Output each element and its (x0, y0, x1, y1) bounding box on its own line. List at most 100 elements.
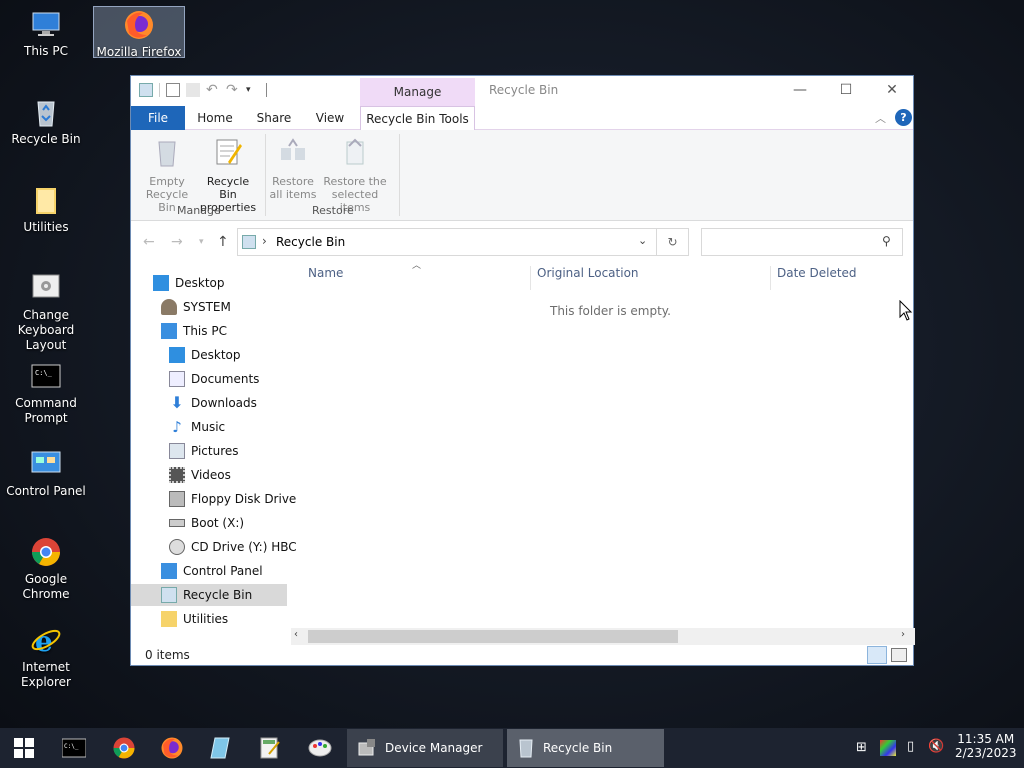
desktop-icon-recycle-bin[interactable]: Recycle Bin (0, 96, 92, 147)
collapse-ribbon-icon[interactable]: ︿ (875, 110, 886, 126)
pictures-icon (169, 443, 185, 459)
up-button[interactable]: ↑ (217, 234, 229, 250)
desktop-icon-change-keyboard-layout[interactable]: Change Keyboard Layout (0, 272, 92, 353)
undo-icon[interactable]: ↶ (206, 83, 220, 97)
volume-muted-icon[interactable]: 🔇 (928, 739, 944, 754)
column-separator[interactable] (530, 266, 531, 290)
taskbar-firefox[interactable] (152, 732, 192, 764)
desktop-icon-this-pc[interactable]: This PC (0, 8, 92, 59)
quick-access-toolbar: ↶ ↷ ▾ (139, 83, 267, 97)
nav-label: Floppy Disk Drive (191, 492, 297, 506)
window-title: Recycle Bin (489, 83, 559, 97)
column-header-date-deleted[interactable]: Date Deleted (777, 266, 857, 280)
nav-item-cd-drive[interactable]: CD Drive (Y:) HBC (169, 536, 297, 558)
address-bar[interactable]: › Recycle Bin ⌄ (237, 228, 657, 256)
breadcrumb[interactable]: Recycle Bin (276, 235, 345, 249)
context-tab-manage[interactable]: Manage (360, 78, 475, 106)
large-icons-view-icon[interactable] (891, 648, 907, 662)
nav-item-desktop[interactable]: Desktop (169, 344, 241, 366)
column-header-original-location[interactable]: Original Location (537, 266, 639, 280)
nav-item-boot-drive[interactable]: Boot (X:) (169, 512, 244, 534)
clock-time: 11:35 AM (957, 732, 1015, 746)
scroll-left-icon[interactable]: ‹ (294, 629, 298, 640)
desktop-icon-label: Control Panel (6, 484, 86, 498)
cd-drive-icon (169, 539, 185, 555)
clock-date: 2/23/2023 (955, 746, 1017, 760)
nav-item-control-panel[interactable]: Control Panel (161, 560, 263, 582)
desktop-icon-control-panel[interactable]: Control Panel (0, 448, 92, 499)
taskbar-app-paint[interactable] (300, 732, 340, 764)
minimize-button[interactable]: — (777, 76, 823, 104)
column-separator[interactable] (770, 266, 771, 290)
svg-text:e: e (35, 625, 53, 656)
properties-qat-icon[interactable] (166, 83, 180, 97)
forward-button[interactable]: → (171, 234, 183, 250)
back-button[interactable]: ← (143, 234, 155, 250)
taskbar-recycle-bin[interactable]: Recycle Bin (507, 729, 664, 767)
taskbar-app-editor[interactable] (250, 732, 290, 764)
taskbar-command-prompt[interactable]: C:\_ (54, 732, 94, 764)
nav-item-system[interactable]: SYSTEM (161, 296, 231, 318)
recent-locations-icon[interactable]: ▾ (199, 237, 204, 247)
clock[interactable]: 11:35 AM 2/23/2023 (955, 732, 1017, 760)
folder-icon (161, 611, 177, 627)
restore-selected-items-button[interactable]: Restore the selected items (317, 136, 393, 214)
nav-item-utilities[interactable]: Utilities (161, 608, 228, 630)
search-input[interactable]: ⚲ (701, 228, 903, 256)
start-button[interactable] (4, 732, 44, 764)
search-icon: ⚲ (882, 234, 891, 248)
refresh-button[interactable]: ↻ (657, 228, 689, 256)
help-icon[interactable]: ? (895, 109, 912, 126)
horizontal-scrollbar[interactable]: ‹ › (291, 628, 915, 645)
desktop-icon-label: Change Keyboard Layout (17, 308, 75, 352)
scroll-right-icon[interactable]: › (901, 629, 905, 640)
restore-all-items-button[interactable]: Restore all items (269, 136, 317, 201)
tab-recycle-bin-tools[interactable]: Recycle Bin Tools (360, 106, 475, 131)
tab-file[interactable]: File (131, 106, 185, 130)
desktop-icon-utilities[interactable]: Utilities (0, 184, 92, 235)
usb-icon[interactable]: ▯ (907, 739, 914, 754)
navigation-pane: Desktop SYSTEM This PC Desktop Documents… (131, 272, 297, 636)
desktop-icon-command-prompt[interactable]: C:\_ Command Prompt (0, 360, 92, 426)
nav-item-documents[interactable]: Documents (169, 368, 259, 390)
nav-item-desktop-root[interactable]: Desktop (153, 272, 225, 294)
customize-qat-icon[interactable]: ▾ (246, 83, 260, 97)
column-header-name[interactable]: Name (308, 266, 343, 280)
restore-selected-icon (346, 138, 364, 165)
redo-icon[interactable]: ↷ (226, 83, 240, 97)
nav-item-recycle-bin[interactable]: Recycle Bin (131, 584, 287, 606)
scrollbar-thumb[interactable] (308, 630, 678, 643)
empty-recycle-bin-button[interactable]: Empty Recycle Bin (137, 136, 197, 214)
new-folder-qat-icon[interactable] (186, 83, 200, 97)
tab-share[interactable]: Share (251, 106, 297, 130)
nav-item-pictures[interactable]: Pictures (169, 440, 239, 462)
tab-home[interactable]: Home (193, 106, 237, 130)
nav-label: Pictures (191, 444, 239, 458)
desktop-icon-label: Mozilla Firefox (96, 45, 182, 59)
maximize-button[interactable]: ☐ (823, 76, 869, 104)
network-icon[interactable]: ⊞ (856, 740, 867, 755)
nav-item-music[interactable]: ♪ Music (169, 416, 225, 438)
tab-view[interactable]: View (309, 106, 351, 130)
taskbar-app-label: Recycle Bin (543, 741, 613, 755)
desktop-icon-label: Recycle Bin (11, 132, 81, 146)
desktop-icon-internet-explorer[interactable]: e Internet Explorer (0, 624, 92, 690)
film-icon (169, 467, 185, 483)
taskbar-chrome[interactable] (104, 732, 144, 764)
nav-item-floppy-disk-drive[interactable]: Floppy Disk Drive (169, 488, 296, 510)
close-button[interactable]: ✕ (869, 76, 915, 104)
taskbar-app-label: Device Manager (385, 741, 483, 755)
chrome-icon (113, 737, 135, 759)
recycle-bin-properties-button[interactable]: Recycle Bin properties (197, 136, 259, 214)
details-view-icon[interactable] (867, 646, 887, 664)
address-dropdown-icon[interactable]: ⌄ (638, 234, 647, 247)
taskbar-device-manager[interactable]: Device Manager (347, 729, 503, 767)
desktop-icon (169, 347, 185, 363)
display-icon[interactable] (880, 740, 896, 756)
nav-item-this-pc[interactable]: This PC (161, 320, 227, 342)
nav-item-videos[interactable]: Videos (169, 464, 231, 486)
desktop-icon-google-chrome[interactable]: Google Chrome (0, 536, 92, 602)
desktop-icon-firefox[interactable]: Mozilla Firefox (93, 6, 185, 59)
taskbar-app-notepad[interactable] (200, 732, 240, 764)
nav-item-downloads[interactable]: ⬇ Downloads (169, 392, 257, 414)
